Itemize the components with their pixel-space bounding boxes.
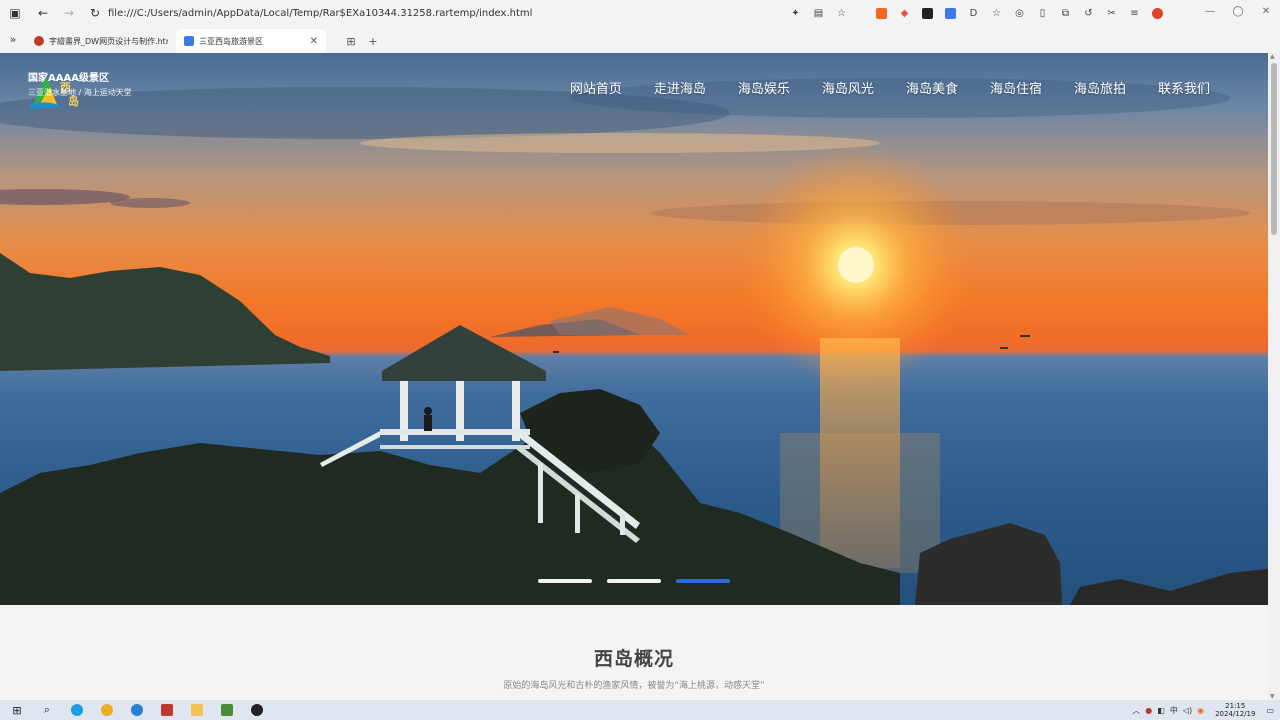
extension-star-icon[interactable]: ☆: [987, 2, 1006, 24]
nav-item-scenery[interactable]: 海岛风光: [806, 81, 890, 99]
maximize-button[interactable]: ◯: [1224, 0, 1252, 22]
filezilla-icon[interactable]: [152, 700, 182, 720]
notification-icon[interactable]: ▭: [1266, 706, 1274, 715]
forward-button[interactable]: →: [58, 2, 80, 24]
address-text: file:///C:/Users/admin/AppData/Local/Tem…: [108, 7, 533, 19]
tab-favicon-icon: [184, 36, 194, 46]
extension-blue-icon[interactable]: [941, 2, 960, 24]
tray-app-icon[interactable]: ◉: [1197, 706, 1204, 715]
nav-item-entertainment[interactable]: 海岛娱乐: [722, 81, 806, 99]
search-icon[interactable]: ⌕: [32, 700, 62, 720]
clock-time: 21:15: [1225, 702, 1246, 710]
clock-date: 2024/12/19: [1215, 710, 1256, 718]
tab-group-icon[interactable]: ⊞: [340, 29, 362, 53]
scroll-down-icon[interactable]: ▼: [1270, 693, 1275, 700]
carousel-indicator-3[interactable]: [676, 579, 730, 583]
close-tab-icon[interactable]: ✕: [310, 36, 318, 47]
tab-list-chevron-icon[interactable]: »: [0, 26, 26, 53]
file-explorer-icon[interactable]: [182, 700, 212, 720]
app-grid-icon[interactable]: [212, 700, 242, 720]
nav-item-about-island[interactable]: 走进海岛: [638, 81, 722, 99]
extension-d-icon[interactable]: D: [964, 2, 983, 24]
menu-icon[interactable]: ≡: [1125, 2, 1144, 24]
overview-section: 西岛概况 原始的海岛风光和古朴的渔家风情，被誉为“海上桃源，动感天堂”: [0, 605, 1268, 700]
tray-ime-icon[interactable]: 中: [1170, 705, 1178, 716]
tab-title: 字繪畫界_DW网页设计与制作.html: [49, 36, 168, 46]
section-title: 西岛概况: [593, 648, 674, 670]
brand-subtitle: 三亚潜水基地 / 海上运动天堂: [28, 88, 132, 97]
extension-orange-icon[interactable]: [872, 2, 891, 24]
scrollbar-thumb[interactable]: [1271, 63, 1277, 235]
address-bar[interactable]: file:///C:/Users/admin/AppData/Local/Tem…: [108, 3, 858, 23]
tab-bar: » 字繪畫界_DW网页设计与制作.html 三亚西岛旅游景区 ✕ ⊞ +: [0, 26, 1280, 53]
start-button[interactable]: ⊞: [2, 700, 32, 720]
nav-item-home[interactable]: 网站首页: [554, 81, 638, 99]
carousel-indicators: [538, 579, 730, 583]
tray-record-icon[interactable]: ●: [1145, 706, 1152, 715]
nav-item-lodging[interactable]: 海岛住宿: [974, 81, 1058, 99]
address-actions: ✦ ▤ ☆: [786, 2, 851, 24]
profile-icon[interactable]: [1148, 2, 1167, 24]
main-nav: 网站首页 走进海岛 海岛娱乐 海岛风光 海岛美食 海岛住宿 海岛旅拍 联系我们: [554, 81, 1226, 99]
sunset-scene-image: [0, 78, 1268, 605]
extension-circle-icon[interactable]: ◎: [1010, 2, 1029, 24]
nav-item-food[interactable]: 海岛美食: [890, 81, 974, 99]
edge-icon[interactable]: [62, 700, 92, 720]
site-brand[interactable]: 西 岛 国家AAAA级景区 三亚潜水基地 / 海上运动天堂: [28, 69, 132, 109]
extension-dark-icon[interactable]: [918, 2, 937, 24]
star-icon[interactable]: ☆: [832, 2, 851, 24]
close-window-button[interactable]: ✕: [1252, 0, 1280, 22]
reload-button[interactable]: ↻: [84, 2, 106, 24]
sparkle-icon[interactable]: ✦: [786, 2, 805, 24]
tab-other[interactable]: 字繪畫界_DW网页设计与制作.html: [26, 29, 176, 53]
window-controls: — ◯ ✕: [1196, 0, 1280, 22]
carousel-indicator-2[interactable]: [607, 579, 661, 583]
tray-network-icon[interactable]: ◧: [1157, 706, 1165, 715]
page-scrollbar[interactable]: ▲ ▼: [1268, 53, 1280, 700]
tray-chevron-icon[interactable]: ︿: [1132, 705, 1140, 716]
reader-icon[interactable]: ▤: [809, 2, 828, 24]
section-subtitle: 原始的海岛风光和古朴的渔家风情，被誉为“海上桃源，动感天堂”: [503, 681, 765, 691]
system-tray: ︿ ● ◧ 中 ◁) ◉ 21:15 2024/12/19 ▭: [1132, 700, 1280, 720]
sidebar-toggle-icon[interactable]: ▣: [4, 2, 26, 24]
phone-icon[interactable]: ▯: [1033, 2, 1052, 24]
tab-active[interactable]: 三亚西岛旅游景区 ✕: [176, 29, 326, 53]
hero-banner: 西 岛 国家AAAA级景区 三亚潜水基地 / 海上运动天堂 网站首页 走进海岛 …: [0, 53, 1268, 605]
tab-favicon-icon: [34, 36, 44, 46]
nav-item-contact[interactable]: 联系我们: [1142, 81, 1226, 99]
tray-volume-icon[interactable]: ◁): [1183, 706, 1192, 715]
new-tab-button[interactable]: +: [362, 29, 384, 53]
tools-icon[interactable]: ✂: [1102, 2, 1121, 24]
browser-chrome: ▣ ← → ↻ file:///C:/Users/admin/AppData/L…: [0, 0, 1280, 53]
copy-icon[interactable]: ⧉: [1056, 2, 1075, 24]
extension-diamond-icon[interactable]: ◆: [895, 2, 914, 24]
record-icon[interactable]: [242, 700, 272, 720]
carousel-indicator-1[interactable]: [538, 579, 592, 583]
tab-title: 三亚西岛旅游景区: [199, 36, 263, 46]
nav-item-photo[interactable]: 海岛旅拍: [1058, 81, 1142, 99]
scroll-up-icon[interactable]: ▲: [1270, 53, 1275, 60]
history-icon[interactable]: ↺: [1079, 2, 1098, 24]
back-button[interactable]: ←: [32, 2, 54, 24]
windows-taskbar: ⊞ ⌕ ︿ ● ◧ 中 ◁) ◉ 21:15 2024/12/19 ▭: [0, 700, 1280, 720]
extension-icons: ◆ D ☆ ◎ ▯ ⧉ ↺ ✂ ≡: [872, 2, 1167, 24]
browser-app-icon[interactable]: [122, 700, 152, 720]
taskbar-clock[interactable]: 21:15 2024/12/19: [1215, 702, 1255, 718]
chrome-icon[interactable]: [92, 700, 122, 720]
page-viewport: 西 岛 国家AAAA级景区 三亚潜水基地 / 海上运动天堂 网站首页 走进海岛 …: [0, 53, 1280, 700]
minimize-button[interactable]: —: [1196, 0, 1224, 22]
